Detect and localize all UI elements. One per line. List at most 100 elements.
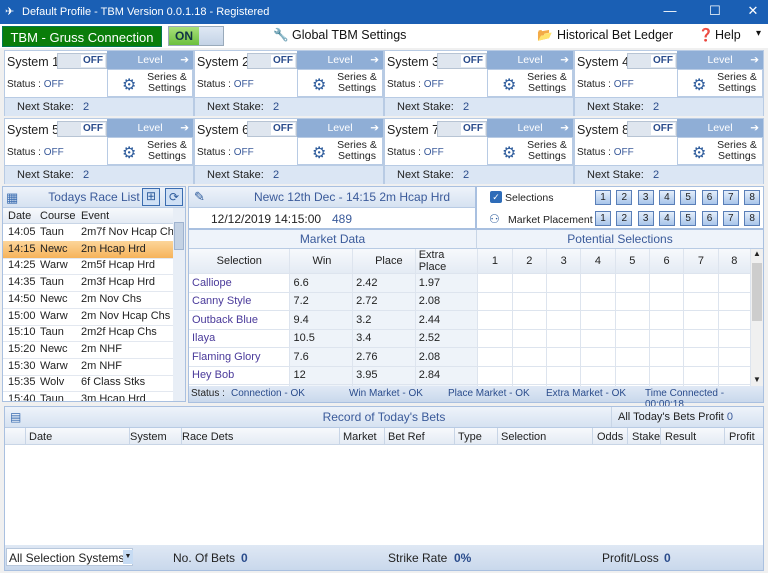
bets-col-header[interactable]: Market xyxy=(343,431,377,443)
system-filter-select[interactable]: All Selection Systems ▼ xyxy=(6,548,133,566)
col-date[interactable]: Date xyxy=(8,210,31,222)
system-toggle[interactable]: OFF xyxy=(57,121,107,137)
race-list-item[interactable]: 14:25 Warw 2m5f Hcap Hrd xyxy=(3,257,173,276)
help-button[interactable]: Help xyxy=(715,28,741,42)
series-settings-button[interactable]: ⚙ Series & Settings xyxy=(297,137,383,165)
potential-cell[interactable] xyxy=(546,273,582,293)
bets-col-header[interactable]: Result xyxy=(665,431,696,443)
race-list-item[interactable]: 15:40 Taun 3m Hcap Hrd xyxy=(3,391,173,401)
potential-cell[interactable] xyxy=(649,366,685,385)
potential-cell[interactable] xyxy=(615,329,650,348)
race-list-item[interactable]: 15:35 Wolv 6f Class Stks xyxy=(3,374,173,393)
selection-button-3[interactable]: 3 xyxy=(637,190,654,205)
potential-cell[interactable] xyxy=(683,310,719,330)
potential-cell[interactable] xyxy=(683,329,719,348)
race-list-item[interactable]: 14:05 Taun 2m7f Nov Hcap Chs xyxy=(3,224,173,242)
potential-col-header[interactable]: 8 xyxy=(718,249,752,274)
selection-button-8[interactable]: 8 xyxy=(744,190,761,205)
potential-cell[interactable] xyxy=(512,273,547,293)
potential-cell[interactable] xyxy=(615,366,650,385)
potential-col-header[interactable]: 1 xyxy=(477,249,513,274)
bets-col-header[interactable]: Profit xyxy=(729,431,755,443)
placement-button-2[interactable]: 2 xyxy=(616,211,633,226)
market-row[interactable]: Flaming Glory 7.6 2.76 2.08 xyxy=(189,347,752,367)
potential-cell[interactable] xyxy=(718,366,752,385)
potential-cell[interactable] xyxy=(512,366,547,385)
overflow-button[interactable]: ▾ xyxy=(756,28,761,39)
potential-cell[interactable] xyxy=(477,366,513,385)
potential-cell[interactable] xyxy=(683,273,719,293)
series-settings-button[interactable]: ⚙ Series & Settings xyxy=(677,137,763,165)
bets-col-header[interactable]: Bet Ref xyxy=(388,431,425,443)
potential-cell[interactable] xyxy=(477,347,513,367)
add-race-button[interactable]: ⊞ xyxy=(142,188,160,206)
placement-button-7[interactable]: 7 xyxy=(722,211,739,226)
placement-button-1[interactable]: 1 xyxy=(595,211,611,226)
market-row[interactable]: Outback Blue 9.4 3.2 2.44 xyxy=(189,310,752,330)
level-button[interactable]: Level ➔ xyxy=(487,119,573,137)
potential-cell[interactable] xyxy=(649,273,685,293)
scroll-thumb[interactable] xyxy=(174,222,184,250)
market-row[interactable]: Canny Style 7.2 2.72 2.08 xyxy=(189,292,752,311)
potential-cell[interactable] xyxy=(512,310,547,330)
potential-cell[interactable] xyxy=(683,347,719,367)
race-list-item[interactable]: 14:50 Newc 2m Nov Chs xyxy=(3,291,173,309)
scroll-up-icon[interactable]: ▲ xyxy=(753,249,761,258)
race-list-item[interactable]: 14:15 Newc 2m Hcap Hrd xyxy=(3,240,173,259)
race-list-item[interactable]: 15:00 Warw 2m Nov Hcap Chs xyxy=(3,308,173,326)
race-list-scrollbar[interactable] xyxy=(173,208,185,401)
system-toggle[interactable]: OFF xyxy=(57,53,107,69)
race-list-item[interactable]: 14:35 Taun 2m3f Hcap Hrd xyxy=(3,274,173,293)
market-col-header[interactable]: Extra Place xyxy=(415,249,479,274)
potential-cell[interactable] xyxy=(580,366,616,385)
potential-cell[interactable] xyxy=(718,310,752,330)
selection-button-5[interactable]: 5 xyxy=(680,190,697,205)
system-toggle[interactable]: OFF xyxy=(247,53,297,69)
col-event[interactable]: Event xyxy=(81,210,109,222)
scroll-down-icon[interactable]: ▼ xyxy=(753,375,761,384)
connection-button[interactable]: TBM - Gruss Connection xyxy=(2,26,162,47)
potential-cell[interactable] xyxy=(580,292,616,311)
potential-cell[interactable] xyxy=(649,347,685,367)
race-list-item[interactable]: 15:30 Warw 2m NHF xyxy=(3,358,173,376)
potential-cell[interactable] xyxy=(477,310,513,330)
series-settings-button[interactable]: ⚙ Series & Settings xyxy=(487,137,573,165)
potential-cell[interactable] xyxy=(649,310,685,330)
bets-col-header[interactable]: Odds xyxy=(597,431,623,443)
selection-button-4[interactable]: 4 xyxy=(658,190,675,205)
potential-cell[interactable] xyxy=(615,292,650,311)
system-toggle[interactable]: OFF xyxy=(627,121,677,137)
maximize-button[interactable]: ☐ xyxy=(700,3,730,19)
minimize-button[interactable]: — xyxy=(655,3,685,18)
level-button[interactable]: Level ➔ xyxy=(297,51,383,69)
series-settings-button[interactable]: ⚙ Series & Settings xyxy=(487,69,573,97)
potential-col-header[interactable]: 6 xyxy=(649,249,685,274)
race-list-item[interactable]: 15:20 Newc 2m NHF xyxy=(3,341,173,359)
potential-cell[interactable] xyxy=(546,329,582,348)
placement-button-8[interactable]: 8 xyxy=(744,211,761,226)
selection-button-2[interactable]: 2 xyxy=(616,190,633,205)
chevron-down-icon[interactable]: ▼ xyxy=(123,550,133,564)
potential-cell[interactable] xyxy=(718,273,752,293)
selections-checkbox[interactable]: ✓ xyxy=(490,191,502,203)
potential-cell[interactable] xyxy=(615,347,650,367)
series-settings-button[interactable]: ⚙ Series & Settings xyxy=(677,69,763,97)
potential-cell[interactable] xyxy=(546,366,582,385)
potential-col-header[interactable]: 5 xyxy=(615,249,650,274)
system-toggle[interactable]: OFF xyxy=(437,53,487,69)
refresh-button[interactable]: ⟳ xyxy=(165,188,183,206)
placement-button-6[interactable]: 6 xyxy=(701,211,718,226)
potential-cell[interactable] xyxy=(580,310,616,330)
series-settings-button[interactable]: ⚙ Series & Settings xyxy=(297,69,383,97)
selection-button-6[interactable]: 6 xyxy=(701,190,718,205)
potential-cell[interactable] xyxy=(546,310,582,330)
potential-cell[interactable] xyxy=(580,273,616,293)
market-col-header[interactable]: Place xyxy=(352,249,416,274)
potential-cell[interactable] xyxy=(615,310,650,330)
potential-cell[interactable] xyxy=(718,329,752,348)
close-button[interactable]: ✕ xyxy=(738,3,768,19)
potential-cell[interactable] xyxy=(512,347,547,367)
system-toggle[interactable]: OFF xyxy=(627,53,677,69)
level-button[interactable]: Level ➔ xyxy=(677,119,763,137)
potential-cell[interactable] xyxy=(512,292,547,311)
